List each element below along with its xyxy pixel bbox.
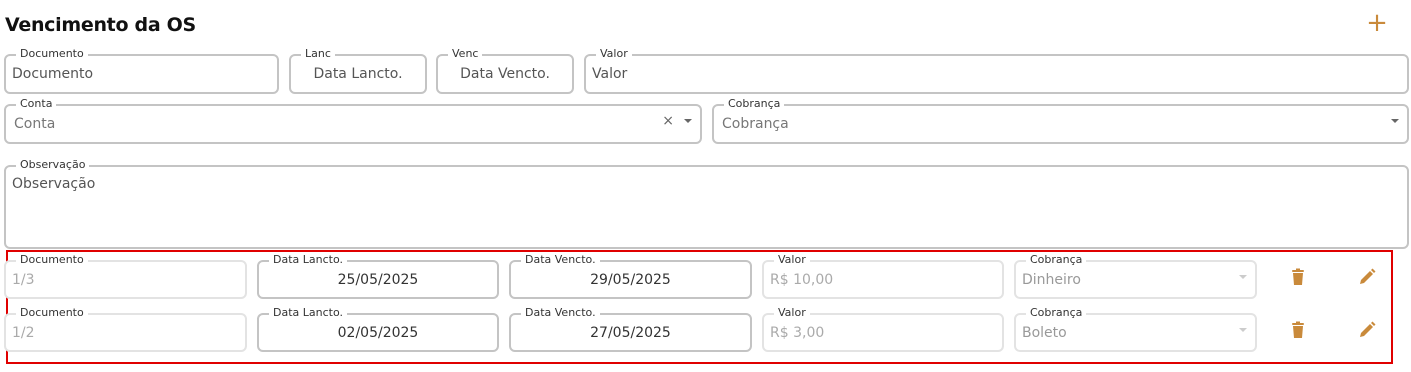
valor-field[interactable]: Valor Valor: [584, 47, 1409, 94]
row-valor-field[interactable]: Valor R$ 10,00: [762, 253, 1004, 299]
venc-input[interactable]: Data Vencto.: [444, 66, 566, 82]
row-cobranca-value: Boleto: [1022, 325, 1067, 341]
row-documento-value[interactable]: 1/2: [12, 325, 239, 341]
conta-value: Conta: [14, 116, 56, 132]
row-vencto-value[interactable]: 29/05/2025: [517, 272, 744, 288]
row-lancto-label: Data Lancto.: [269, 253, 347, 267]
observacao-textarea[interactable]: Observação: [12, 176, 1401, 192]
venc-label: Venc: [448, 47, 483, 61]
lanc-input[interactable]: Data Lancto.: [297, 66, 419, 82]
row-valor-field[interactable]: Valor R$ 3,00: [762, 306, 1004, 352]
row-cobranca-label: Cobrança: [1026, 306, 1087, 320]
row-vencto-label: Data Vencto.: [521, 253, 600, 267]
row-lancto-field[interactable]: Data Lancto. 02/05/2025: [257, 306, 499, 352]
page-title: Vencimento da OS: [5, 14, 196, 36]
chevron-down-icon[interactable]: [1239, 275, 1247, 279]
row-lancto-value[interactable]: 25/05/2025: [265, 272, 491, 288]
documento-label: Documento: [16, 47, 88, 61]
row-documento-label: Documento: [16, 253, 88, 267]
lanc-label: Lanc: [301, 47, 335, 61]
row-cobranca-select[interactable]: Cobrança Boleto: [1014, 306, 1257, 352]
observacao-field[interactable]: Observação Observação: [4, 158, 1409, 249]
row-lancto-field[interactable]: Data Lancto. 25/05/2025: [257, 253, 499, 299]
cobranca-select[interactable]: Cobrança Cobrança: [712, 97, 1409, 144]
pencil-icon[interactable]: [1357, 320, 1377, 340]
plus-icon: +: [1366, 8, 1388, 38]
row-cobranca-label: Cobrança: [1026, 253, 1087, 267]
trash-icon[interactable]: [1288, 320, 1308, 340]
conta-label: Conta: [16, 97, 57, 111]
row-documento-field[interactable]: Documento 1/3: [4, 253, 247, 299]
documento-input[interactable]: Documento: [12, 66, 271, 82]
row-valor-value[interactable]: R$ 10,00: [770, 272, 996, 288]
row-documento-label: Documento: [16, 306, 88, 320]
cobranca-label: Cobrança: [724, 97, 785, 111]
observacao-label: Observação: [16, 158, 90, 172]
row-valor-label: Valor: [774, 306, 810, 320]
venc-field[interactable]: Venc Data Vencto.: [436, 47, 574, 94]
trash-icon[interactable]: [1288, 267, 1308, 287]
row-cobranca-select[interactable]: Cobrança Dinheiro: [1014, 253, 1257, 299]
row-vencto-field[interactable]: Data Vencto. 27/05/2025: [509, 306, 752, 352]
clear-icon[interactable]: ×: [662, 113, 674, 129]
valor-input[interactable]: Valor: [592, 66, 1401, 82]
chevron-down-icon[interactable]: [1391, 119, 1399, 123]
row-documento-value[interactable]: 1/3: [12, 272, 239, 288]
row-valor-value[interactable]: R$ 3,00: [770, 325, 996, 341]
add-button[interactable]: +: [1364, 8, 1390, 38]
chevron-down-icon[interactable]: [684, 119, 692, 123]
row-documento-field[interactable]: Documento 1/2: [4, 306, 247, 352]
documento-field[interactable]: Documento Documento: [4, 47, 279, 94]
row-lancto-value[interactable]: 02/05/2025: [265, 325, 491, 341]
chevron-down-icon[interactable]: [1239, 328, 1247, 332]
pencil-icon[interactable]: [1357, 267, 1377, 287]
row-lancto-label: Data Lancto.: [269, 306, 347, 320]
row-vencto-value[interactable]: 27/05/2025: [517, 325, 744, 341]
row-cobranca-value: Dinheiro: [1022, 272, 1081, 288]
lanc-field[interactable]: Lanc Data Lancto.: [289, 47, 427, 94]
row-vencto-label: Data Vencto.: [521, 306, 600, 320]
conta-select[interactable]: Conta Conta ×: [4, 97, 702, 144]
row-vencto-field[interactable]: Data Vencto. 29/05/2025: [509, 253, 752, 299]
row-valor-label: Valor: [774, 253, 810, 267]
cobranca-value: Cobrança: [722, 116, 789, 132]
valor-label: Valor: [596, 47, 632, 61]
